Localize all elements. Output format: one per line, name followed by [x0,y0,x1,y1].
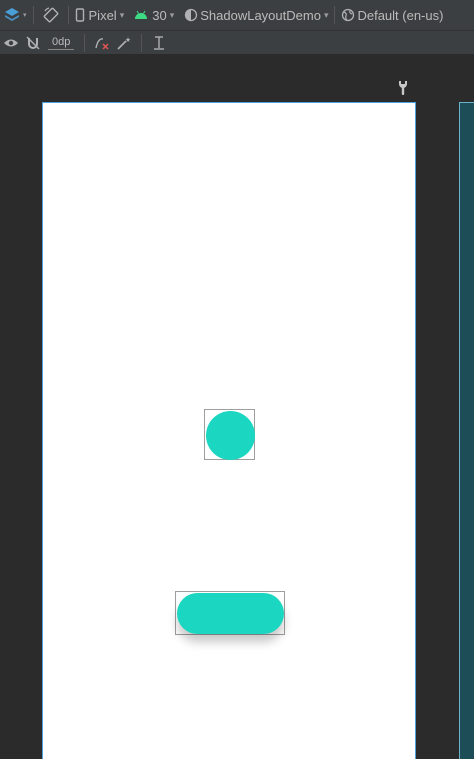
chevron-down-icon: ▾ [23,12,27,19]
pill-shadow-button[interactable] [177,593,284,634]
orientation-icon [43,7,58,23]
globe-icon [342,8,355,22]
chevron-down-icon: ▾ [169,9,175,20]
circle-shadow-view[interactable] [206,411,255,460]
theme-selector[interactable]: ShadowLayoutDemo ▾ [184,0,328,30]
device-selector[interactable]: Pixel ▾ [75,0,125,30]
clear-constraints-button[interactable] [91,32,113,54]
divider [334,6,336,24]
layers-icon [5,8,19,21]
theme-icon [185,8,198,22]
divider [84,33,86,52]
circle-view-bounds[interactable] [204,409,255,460]
android-icon [135,10,148,19]
pill-view-bounds[interactable] [175,591,285,635]
constraint-toolbar: 0dp [0,31,474,55]
chevron-down-icon: ▾ [119,9,125,20]
clear-constraints-icon [95,37,109,50]
locale-label: Default (en-us) [357,7,444,23]
baseline-icon [154,35,165,50]
chevron-down-icon: ▾ [323,9,329,20]
phone-icon [75,8,84,22]
guidelines-button[interactable] [148,32,170,54]
infer-constraints-button[interactable] [113,32,135,54]
orientation-button[interactable] [40,4,62,26]
theme-label: ShadowLayoutDemo [200,7,321,23]
locale-selector[interactable]: Default (en-us) [341,0,443,30]
layout-editor-toolbar: ▾ Pixel ▾ 30 ▾ ShadowLayoutDemo ▾ Defaul… [0,0,474,31]
divider [67,6,69,24]
blueprint-preview[interactable] [459,102,474,759]
device-label: Pixel [88,7,117,23]
api-level-selector[interactable]: 30 ▾ [134,0,174,30]
divider [141,33,143,52]
divider [32,6,34,24]
eye-icon [4,39,18,46]
api-level-label: 30 [152,7,167,23]
design-surface-button[interactable] [1,4,23,26]
infer-constraints-icon [117,36,131,50]
wrench-icon[interactable] [397,80,409,96]
view-options-button[interactable] [0,32,22,54]
autoconnect-toggle[interactable] [22,32,44,54]
default-margin-input[interactable]: 0dp [48,35,75,50]
magnet-off-icon [26,36,40,49]
device-preview-screen[interactable] [42,102,416,759]
